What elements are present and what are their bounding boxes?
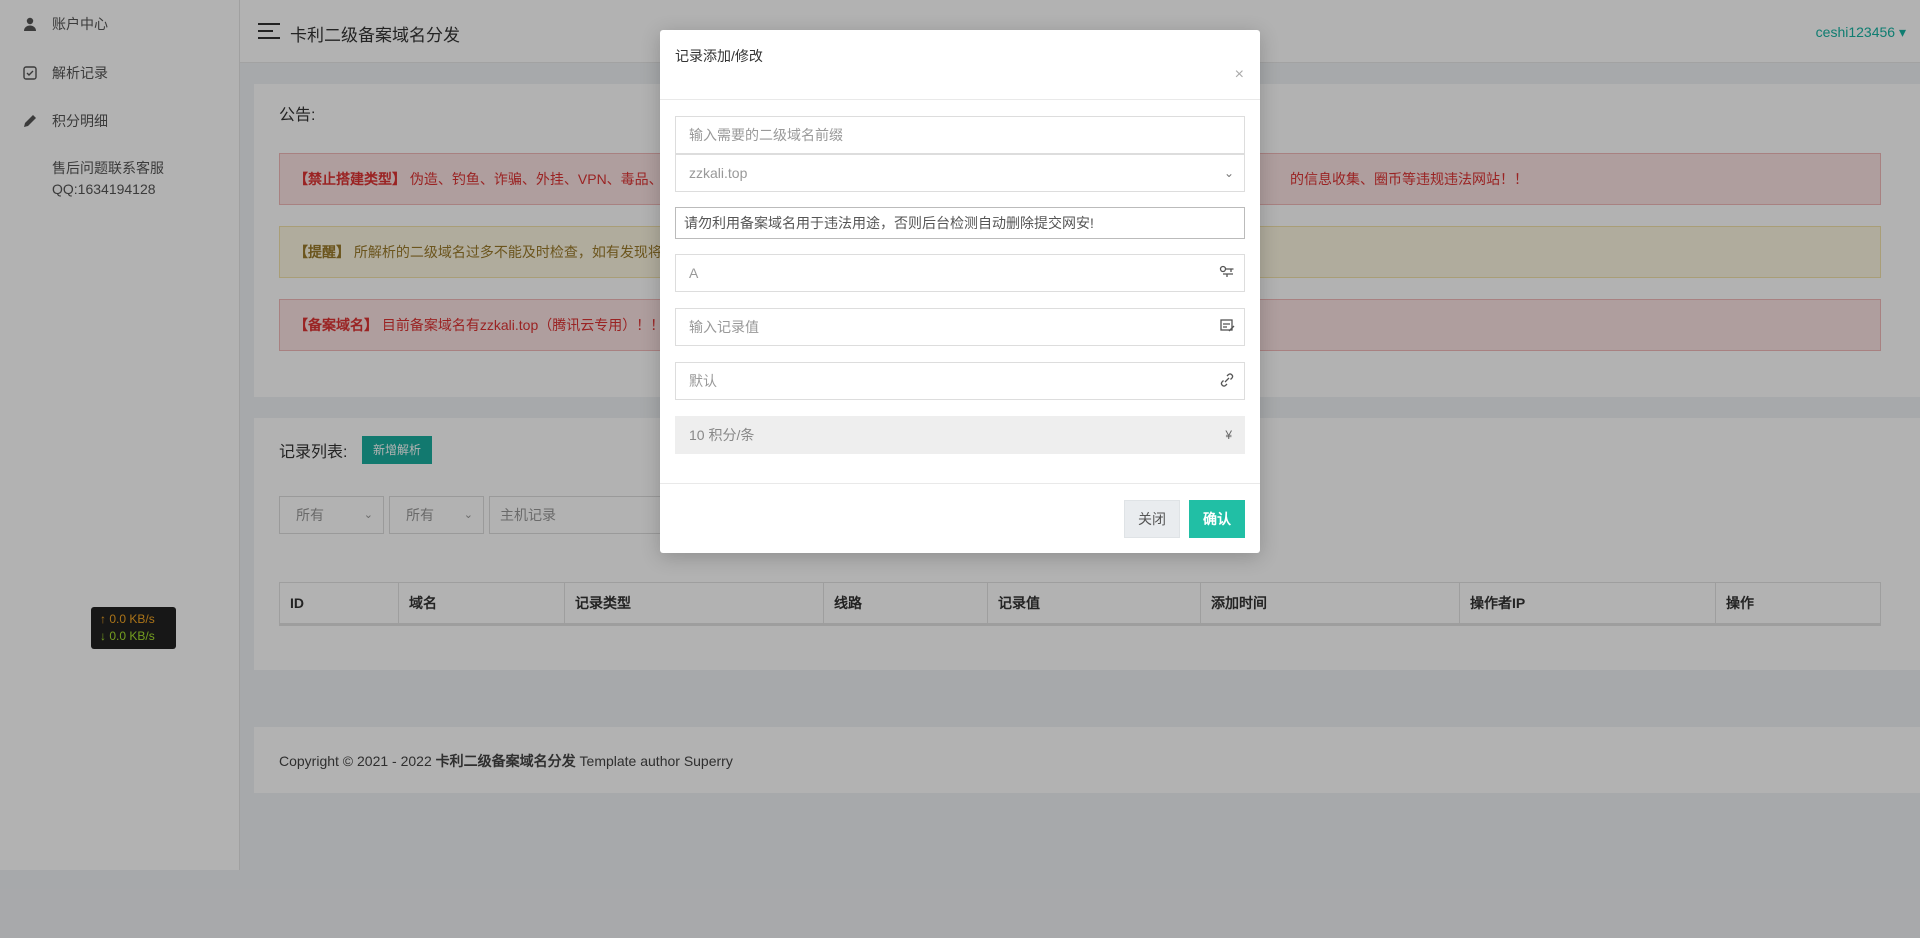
record-type-select[interactable]: A [675, 254, 1245, 292]
record-edit-modal: 记录添加/修改 × 输入需要的二级域名前缀 zzkali.top ⌄ 请勿利用备… [660, 30, 1260, 553]
close-button[interactable]: 关闭 [1124, 500, 1180, 538]
line-select[interactable]: 默认 [675, 362, 1245, 400]
key-icon [1219, 265, 1234, 277]
record-value-placeholder: 输入记录值 [689, 319, 759, 335]
usage-warning-field: 请勿利用备案域名用于违法用途，否则后台检测自动删除提交网安! [675, 207, 1245, 239]
divider [660, 483, 1260, 484]
record-type-value: A [689, 265, 699, 281]
subdomain-prefix-input[interactable]: 输入需要的二级域名前缀 [675, 116, 1245, 154]
confirm-button[interactable]: 确认 [1189, 500, 1245, 538]
line-value: 默认 [689, 373, 717, 389]
domain-select-value: zzkali.top [689, 165, 748, 181]
divider [660, 99, 1260, 100]
cost-text: 10 积分/条 [689, 427, 755, 443]
cost-display: 10 积分/条 ¥ [675, 416, 1245, 454]
link-icon [1220, 373, 1234, 387]
record-value-input[interactable]: 输入记录值 [675, 308, 1245, 346]
yen-icon: ¥ [1225, 428, 1232, 442]
modal-title: 记录添加/修改 [675, 48, 763, 64]
domain-select[interactable]: zzkali.top ⌄ [675, 154, 1245, 192]
close-icon[interactable]: × [1235, 66, 1244, 84]
edit-note-icon [1220, 319, 1235, 332]
chevron-down-icon: ⌄ [1223, 166, 1234, 180]
